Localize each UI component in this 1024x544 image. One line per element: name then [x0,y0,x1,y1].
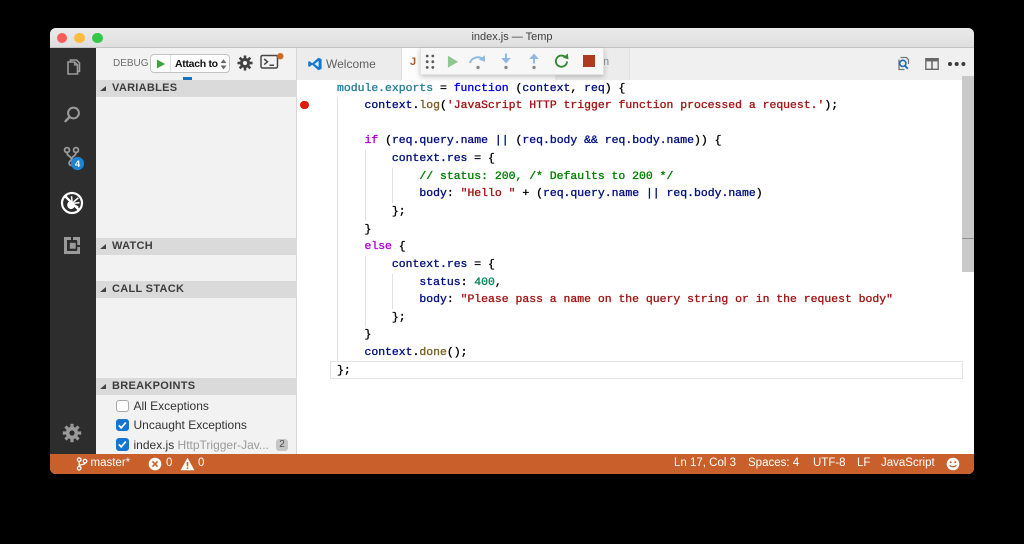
svg-text:4: 4 [74,159,80,170]
